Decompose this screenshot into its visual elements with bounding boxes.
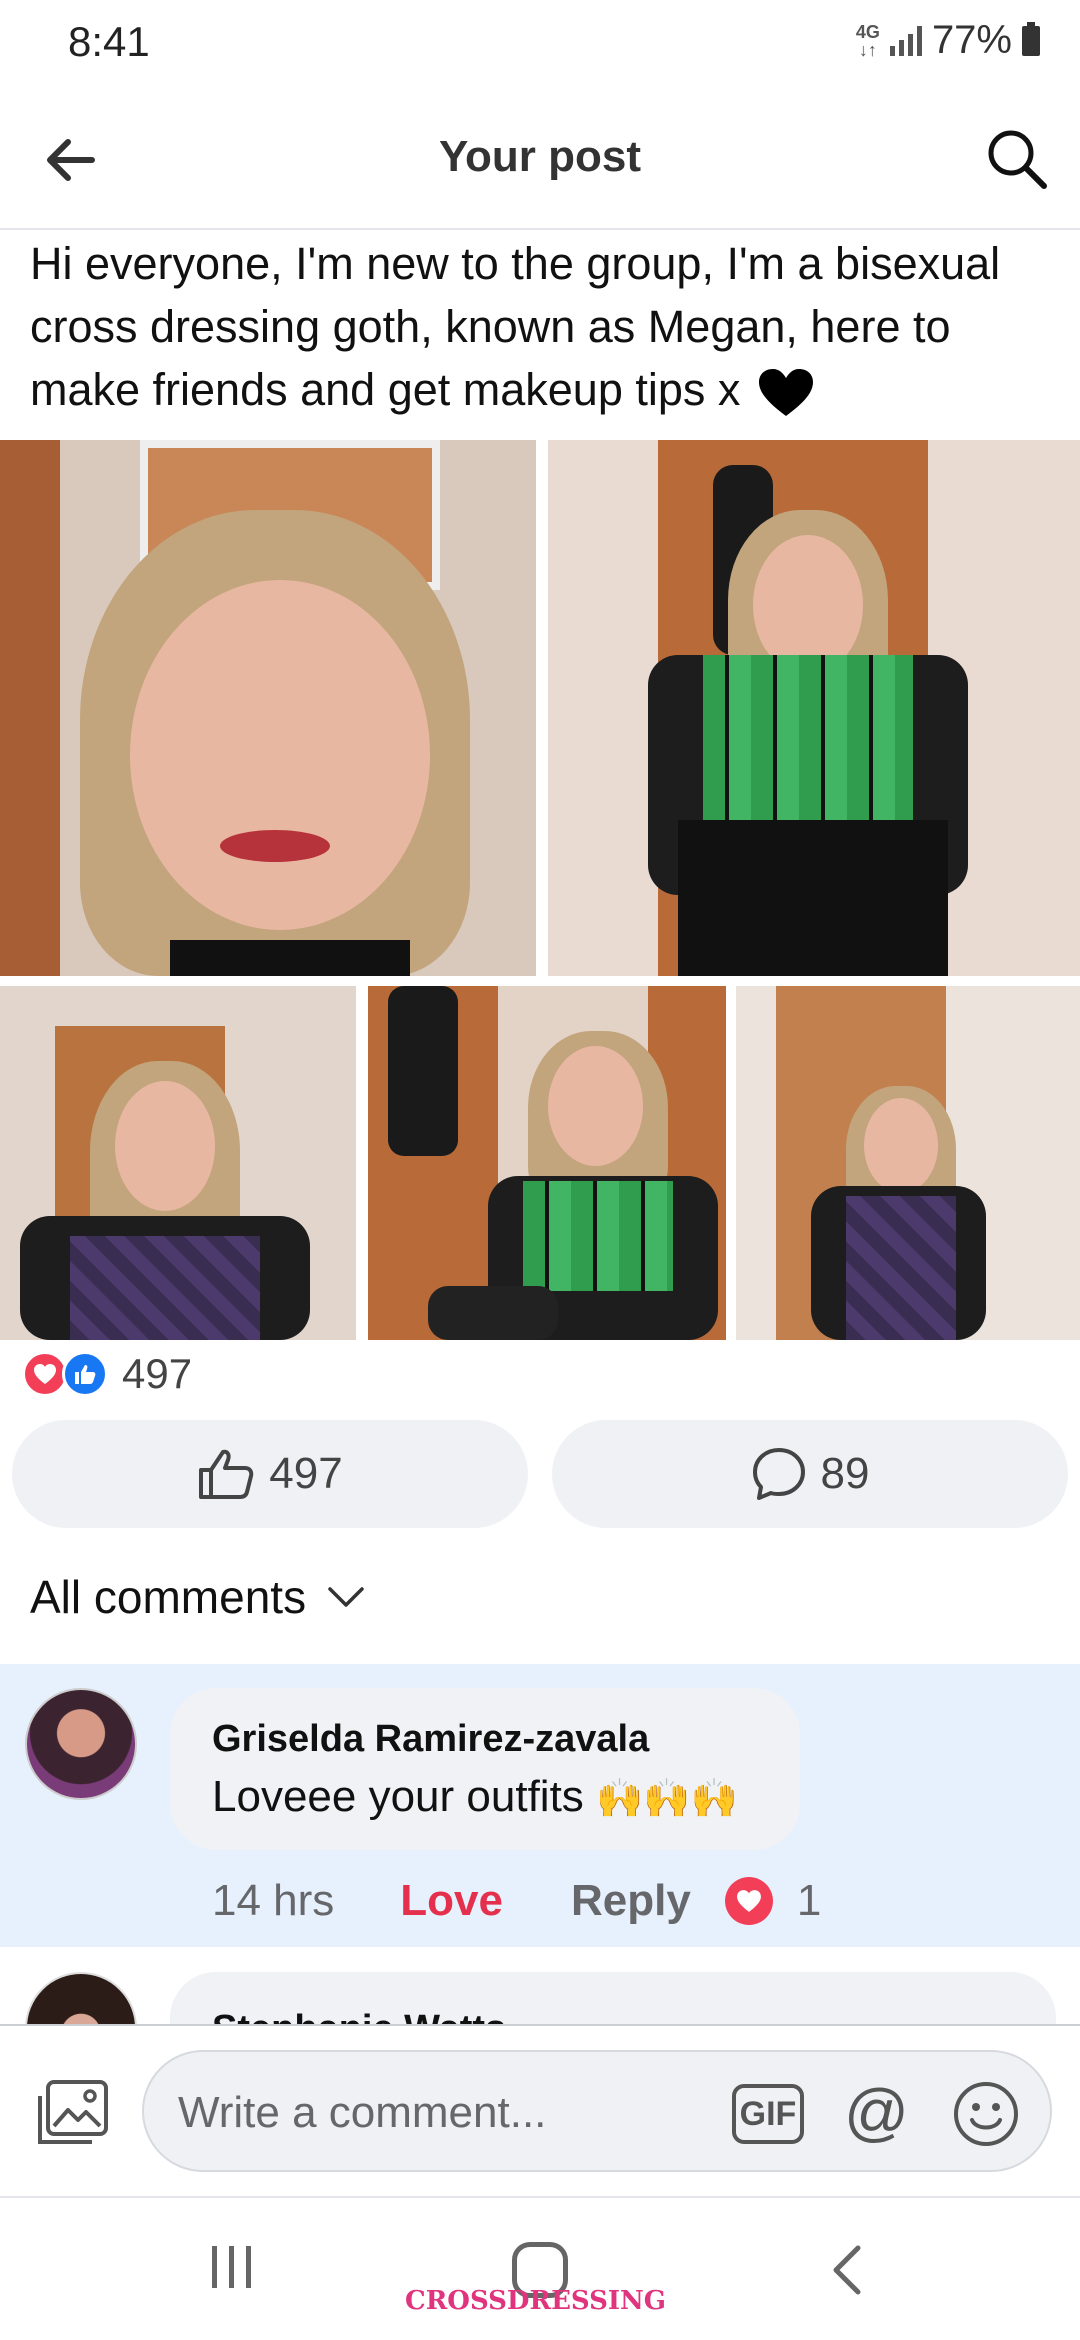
page-title: Your post [438, 132, 642, 181]
mention-button[interactable]: @ [844, 2074, 909, 2150]
post-photo-5[interactable] [736, 986, 1080, 1340]
comment-bubble[interactable]: Griselda Ramirez-zavala Loveee your outf… [170, 1688, 800, 1850]
reaction-count: 497 [122, 1350, 193, 1397]
comment-bubble-icon [752, 1448, 805, 1500]
signal-icon [889, 25, 922, 56]
post-photo-3[interactable] [0, 986, 356, 1340]
love-reaction-button[interactable]: Love [400, 1876, 503, 1926]
post-photo-1[interactable] [0, 440, 536, 976]
comment-time: 14 hrs [212, 1876, 335, 1925]
network-icon: 4G ↓↑ [855, 21, 880, 60]
love-count-icon[interactable] [724, 1877, 773, 1925]
post-photo-2[interactable] [548, 440, 1080, 976]
battery-percent: 77% [931, 18, 1012, 62]
search-icon[interactable] [984, 126, 1050, 192]
comment-button[interactable]: 89 [552, 1420, 1068, 1528]
post-body: Hi everyone, I'm new to the group, I'm a… [30, 238, 1001, 415]
header: Your post [0, 90, 1080, 230]
emoji-icon[interactable] [952, 2080, 1020, 2148]
comment-count: 89 [820, 1449, 870, 1498]
nav-back-icon[interactable] [818, 2240, 878, 2300]
comment-placeholder: Write a comment... [178, 2088, 547, 2137]
comment-meta: 14 hrs Love Reply 1 [212, 1876, 821, 1926]
comment-text-row: Loveee your outfits 🙌🙌🙌 [212, 1772, 738, 1822]
system-nav-bar: CROSSDRESSING [0, 2196, 1080, 2340]
like-button[interactable]: 497 [12, 1420, 528, 1528]
avatar[interactable] [25, 1688, 137, 1800]
comment-author[interactable]: Griselda Ramirez-zavala [212, 1718, 649, 1761]
post-text: Hi everyone, I'm new to the group, I'm a… [30, 232, 1060, 421]
recent-apps-icon[interactable] [212, 2246, 251, 2288]
battery-icon [1022, 21, 1040, 56]
status-time: 8:41 [68, 18, 150, 65]
comment-composer: Write a comment... GIF @ [0, 2024, 1080, 2194]
comments-filter-dropdown[interactable]: All comments [30, 1570, 366, 1624]
reaction-summary[interactable]: 497 [22, 1350, 192, 1398]
watermark-text: CROSSDRESSING [405, 2286, 667, 2316]
gif-button[interactable]: GIF [732, 2084, 804, 2144]
like-count: 497 [269, 1449, 343, 1498]
comment-text: Loveee your outfits [212, 1772, 584, 1821]
comments-filter-label: All comments [30, 1571, 307, 1623]
chevron-down-icon [328, 1587, 364, 1607]
reply-button[interactable]: Reply [571, 1876, 691, 1926]
thumbs-up-icon [199, 1449, 254, 1499]
photo-attach-icon[interactable] [34, 2078, 110, 2148]
like-reaction-icon [62, 1351, 108, 1397]
black-heart-icon [758, 369, 813, 417]
post-photo-4[interactable] [368, 986, 726, 1340]
comment-input[interactable]: Write a comment... GIF @ [142, 2050, 1052, 2172]
status-icons: 4G ↓↑ 77% [856, 18, 1040, 63]
status-bar: 8:41 4G ↓↑ 77% [0, 0, 1080, 90]
raising-hands-emoji-icon: 🙌🙌🙌 [596, 1778, 738, 1820]
comment-reaction-count: 1 [796, 1876, 822, 1925]
